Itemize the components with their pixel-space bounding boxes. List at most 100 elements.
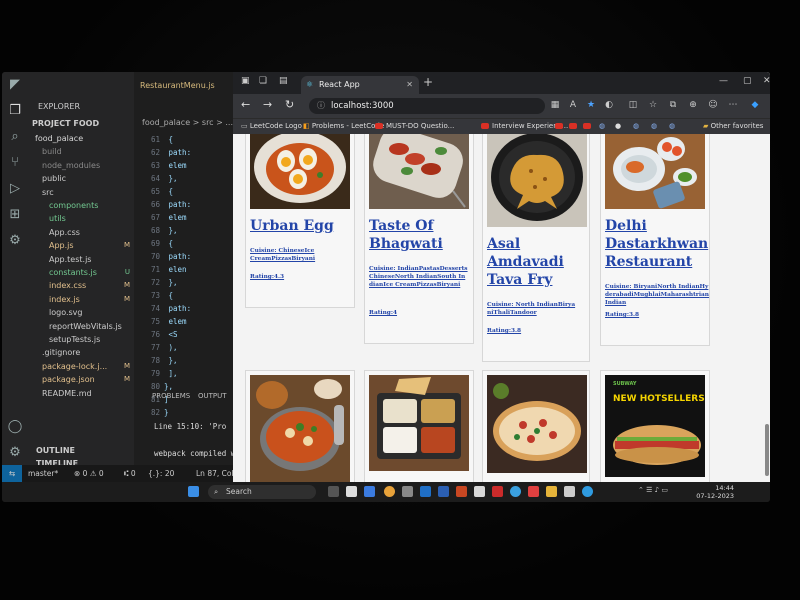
forward-button[interactable]: → <box>263 98 272 111</box>
bookmark-site-1[interactable]: ◍ <box>599 119 605 134</box>
new-tab-button[interactable]: + <box>423 75 433 89</box>
close-tab-icon[interactable]: ✕ <box>406 76 413 94</box>
bookmark-site-2[interactable]: ● <box>615 119 621 134</box>
restaurant-card[interactable]: Taste Of Bhagwati Cuisine: IndianPastasD… <box>364 134 474 344</box>
restaurant-rating[interactable]: Rating:4 <box>369 309 439 317</box>
settings-more-icon[interactable]: ⋯ <box>727 99 739 111</box>
battery-icon[interactable]: ▭ <box>661 486 668 494</box>
bookmark-video-3[interactable] <box>583 119 594 134</box>
bookmark-must-do[interactable]: MUST-DO Questio... <box>375 119 454 134</box>
restaurant-rating[interactable]: Rating:4.3 <box>250 273 320 281</box>
taskbar-clock[interactable]: 14:44 07-12-2023 <box>696 484 734 500</box>
restaurant-card[interactable] <box>482 370 590 482</box>
file-tree-item[interactable]: reportWebVitals.js <box>28 320 134 333</box>
project-title[interactable]: PROJECT FOOD <box>28 117 134 130</box>
restaurant-name[interactable]: Urban Egg <box>250 217 354 235</box>
remote-icon[interactable]: ⚙ <box>6 232 24 250</box>
sync-icon[interactable]: ◐ <box>603 99 615 111</box>
maximize-button[interactable]: ▢ <box>743 76 752 86</box>
restaurant-card[interactable] <box>364 370 474 482</box>
extensions-icon[interactable]: ⊞ <box>6 206 24 224</box>
file-tree-item[interactable]: setupTests.js <box>28 333 134 346</box>
file-tree-item[interactable]: README.md <box>28 387 134 400</box>
file-tree-item[interactable]: package-lock.j... M <box>28 360 134 373</box>
refresh-button[interactable]: ↻ <box>285 98 294 111</box>
favorites-icon[interactable]: ☆ <box>647 99 659 111</box>
file-tree-item[interactable]: .gitignore <box>28 346 134 359</box>
bookmark-leetcode-logo[interactable]: ▭ LeetCode Logo <box>241 119 302 134</box>
app-icon[interactable] <box>528 486 539 497</box>
taskbar-search[interactable]: ⌕ Search <box>208 485 316 499</box>
restaurant-cuisine[interactable]: Cuisine: IndianPastasDessertsChineseNort… <box>369 265 469 289</box>
bookmark-site-4[interactable]: ◍ <box>651 119 657 134</box>
restaurant-card[interactable]: Delhi Dastarkhwan Restaurant Cuisine: Bi… <box>600 134 710 346</box>
tab-actions-icon[interactable]: ❏ <box>259 76 267 86</box>
file-tree-item[interactable]: food_palace <box>28 132 134 145</box>
site-info-icon[interactable]: ⓘ <box>317 98 325 114</box>
explorer-icon[interactable]: ❐ <box>6 102 24 120</box>
tab-problems[interactable]: PROBLEMS <box>152 392 190 400</box>
chrome-app-icon[interactable] <box>384 486 395 497</box>
split-screen-icon[interactable]: ◫ <box>627 99 639 111</box>
restaurant-card[interactable] <box>245 370 355 482</box>
edge-app-icon[interactable] <box>510 486 521 497</box>
git-branch[interactable]: master* <box>28 465 58 482</box>
read-aloud-icon[interactable]: ▦ <box>549 99 561 111</box>
file-tree-item[interactable]: App.css <box>28 226 134 239</box>
speaker-icon[interactable]: ♪ <box>655 486 659 494</box>
profile-icon[interactable]: ☺ <box>707 99 719 111</box>
file-tree-item[interactable]: constants.js U <box>28 266 134 279</box>
immersive-reader-icon[interactable]: A <box>567 99 579 111</box>
remote-indicator-icon[interactable]: ⇆ <box>2 465 22 482</box>
start-button-icon[interactable] <box>188 486 199 497</box>
vertical-tabs-icon[interactable]: ▤ <box>279 76 288 86</box>
restaurant-cuisine[interactable]: Cuisine: BiryaniNorth IndianHyderabadiMu… <box>605 283 709 307</box>
restaurant-name[interactable]: Taste Of Bhagwati <box>369 217 473 253</box>
ports-indicator[interactable]: ⑆ 0 <box>124 465 136 482</box>
run-debug-icon[interactable]: ▷ <box>6 180 24 198</box>
restaurant-card[interactable]: Asal Amdavadi Tava Fry Cuisine: North In… <box>482 134 590 362</box>
file-tree-item[interactable]: components <box>28 199 134 212</box>
bookmark-problems-leetcode[interactable]: ◧ Problems - LeetCode <box>303 119 384 134</box>
file-tree-item[interactable]: App.js M <box>28 239 134 252</box>
word-app-icon[interactable] <box>438 486 449 497</box>
file-explorer-app-icon[interactable] <box>346 486 357 497</box>
file-tree-item[interactable]: package.json M <box>28 373 134 386</box>
restaurant-name[interactable]: Asal Amdavadi Tava Fry <box>487 235 591 289</box>
account-icon[interactable]: ◯ <box>6 418 24 436</box>
minimize-button[interactable]: — <box>719 76 728 86</box>
restaurant-card[interactable]: Urban Egg Cuisine: ChineseIce CreamPizza… <box>245 134 355 308</box>
workspaces-icon[interactable]: ▣ <box>241 76 250 86</box>
app-icon[interactable] <box>582 486 593 497</box>
system-tray[interactable]: ⌃ ☰ ♪ ▭ <box>638 486 668 494</box>
tab-react-app[interactable]: ⚛ React App ✕ <box>301 76 419 94</box>
file-tree-item[interactable]: public <box>28 172 134 185</box>
file-tree-item[interactable]: node_modules <box>28 159 134 172</box>
restaurant-card[interactable]: SUBWAY NEW HOTSELLERS <box>600 370 710 482</box>
address-bar[interactable]: ⓘ localhost:3000 <box>309 98 545 114</box>
restaurant-rating[interactable]: Rating:3.8 <box>605 311 675 319</box>
app-icon[interactable] <box>564 486 575 497</box>
bookmark-video-2[interactable] <box>569 119 580 134</box>
problems-count[interactable]: ⊗ 0 ⚠ 0 <box>74 465 104 482</box>
editor-tab-restaurant-menu[interactable]: RestaurantMenu.js <box>134 78 234 94</box>
bookmark-site-5[interactable]: ◍ <box>669 119 675 134</box>
app-icon[interactable] <box>492 486 503 497</box>
wifi-icon[interactable]: ☰ <box>646 486 652 494</box>
file-tree-item[interactable]: build <box>28 145 134 158</box>
chevron-up-icon[interactable]: ⌃ <box>638 486 644 494</box>
page-scrollbar[interactable] <box>765 424 769 476</box>
powerpoint-app-icon[interactable] <box>456 486 467 497</box>
outline-section[interactable]: OUTLINE <box>28 444 134 457</box>
extensions-icon[interactable]: ⊕ <box>687 99 699 111</box>
settings-gear-icon[interactable]: ⚙ <box>6 444 24 462</box>
settings-app-icon[interactable] <box>402 486 413 497</box>
app-icon[interactable] <box>474 486 485 497</box>
teams-app-icon[interactable] <box>364 486 375 497</box>
other-favorites[interactable]: ▰ Other favorites <box>703 119 763 134</box>
bookmark-video-1[interactable] <box>555 119 566 134</box>
file-tree-item[interactable]: logo.svg <box>28 306 134 319</box>
vscode-app-icon[interactable] <box>420 486 431 497</box>
restaurant-name[interactable]: Delhi Dastarkhwan Restaurant <box>605 217 709 271</box>
bookmark-site-3[interactable]: ◍ <box>633 119 639 134</box>
